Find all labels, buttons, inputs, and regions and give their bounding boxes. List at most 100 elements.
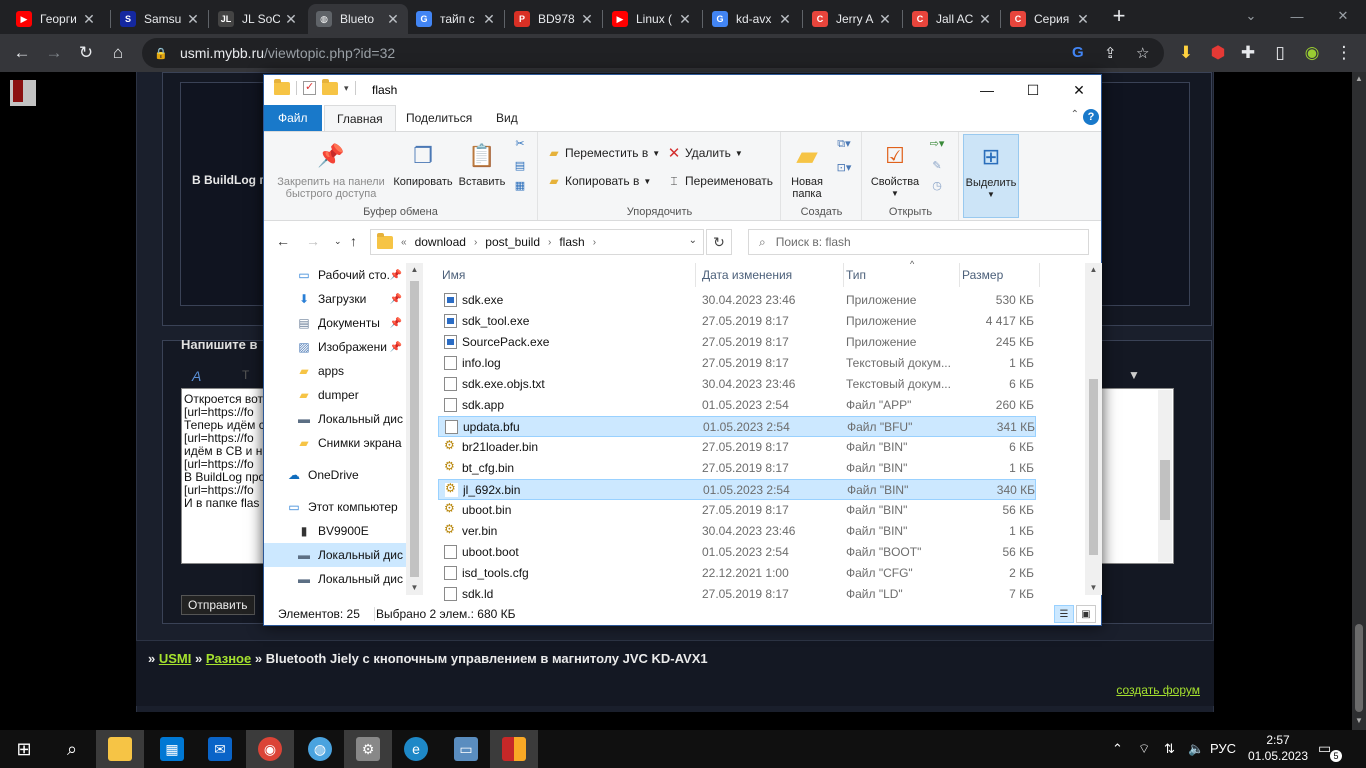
file-row[interactable]: ver.bin 30.04.2023 23:46 Файл "BIN" 1 КБ <box>438 521 1036 542</box>
file-row[interactable]: br21loader.bin 27.05.2019 8:17 Файл "BIN" 6… <box>438 437 1036 458</box>
nav-item[interactable]: ▨ Изображени 📌 <box>264 335 406 359</box>
taskbar-app-blocks[interactable] <box>490 730 538 768</box>
file-row[interactable]: bt_cfg.bin 27.05.2019 8:17 Файл "BIN" 1 КБ <box>438 458 1036 479</box>
taskbar-explorer[interactable] <box>96 730 144 768</box>
file-row[interactable]: sdk.exe.objs.txt 30.04.2023 23:46 Текстовы… <box>438 374 1036 395</box>
close-tab-icon[interactable]: ✕ <box>82 11 96 28</box>
browser-tab[interactable]: S Samsu ✕ <box>112 4 208 34</box>
browser-tab[interactable]: ◍ Blueto ✕ <box>308 4 408 34</box>
tab-file[interactable]: Файл <box>264 105 322 131</box>
file-row[interactable]: sdk_tool.exe 27.05.2019 8:17 Приложение 4 4… <box>438 311 1036 332</box>
volume-icon[interactable]: 🔈 <box>1188 741 1204 757</box>
close-window-button[interactable]: ✕ <box>1320 0 1366 32</box>
details-view-icon[interactable]: ☰ <box>1054 605 1074 623</box>
forward-button[interactable]: → <box>306 233 320 249</box>
file-row[interactable]: updata.bfu 01.05.2023 2:54 Файл "BFU" 341 К… <box>438 416 1036 437</box>
browser-tab[interactable]: C Jerry A ✕ <box>804 4 900 34</box>
close-tab-icon[interactable]: ✕ <box>186 11 200 28</box>
file-row[interactable]: sdk.app 01.05.2023 2:54 Файл "APP" 260 КБ <box>438 395 1036 416</box>
breadcrumb-section-link[interactable]: Разное <box>206 651 251 666</box>
google-icon[interactable]: G <box>1072 44 1084 61</box>
close-tab-icon[interactable]: ✕ <box>678 11 692 28</box>
extensions-puzzle-icon[interactable]: ✚ <box>1234 39 1262 67</box>
file-row[interactable]: jl_692x.bin 01.05.2023 2:54 Файл "BIN" 340 … <box>438 479 1036 500</box>
browser-tab[interactable]: JL JL SoC ✕ <box>210 4 306 34</box>
chevron-up-icon[interactable]: ⌃ <box>1112 741 1123 757</box>
nav-item[interactable]: ▬ Локальный дис <box>264 567 406 591</box>
close-tab-icon[interactable]: ✕ <box>284 11 298 28</box>
delete-button[interactable]: ✕ Удалить ▼ <box>667 145 743 162</box>
chevron-down-icon[interactable]: ⌄ <box>689 235 697 246</box>
column-header-name[interactable]: Имя <box>440 263 696 287</box>
forward-button[interactable]: → <box>40 39 68 67</box>
nav-item[interactable]: ▰ apps <box>264 359 406 383</box>
column-header-type[interactable]: Тип <box>844 263 960 287</box>
easy-access-icon[interactable]: ⊡▾ <box>834 162 854 174</box>
language-indicator[interactable]: РУС <box>1210 741 1236 756</box>
column-header-date[interactable]: Дата изменения <box>700 263 844 287</box>
file-row[interactable]: sdk.ld 27.05.2019 8:17 Файл "LD" 7 КБ <box>438 584 1036 605</box>
clock[interactable]: 2:57 01.05.2023 <box>1246 732 1310 764</box>
adblock-extension-icon[interactable]: ⬢ <box>1204 39 1232 67</box>
history-icon[interactable]: ◷ <box>925 180 949 192</box>
path-bar[interactable]: « download › post_build › flash › ⌄ <box>370 229 704 255</box>
move-to-button[interactable]: ▰ Переместить в ▼ <box>547 146 660 160</box>
new-folder-quick-icon[interactable] <box>322 78 338 95</box>
copy-path-icon[interactable]: ▤ <box>512 160 528 172</box>
browser-tab[interactable]: C Серия ✕ <box>1002 4 1098 34</box>
taskbar-app-tool[interactable]: ⚙ <box>344 730 392 768</box>
minimize-button[interactable]: — <box>1274 0 1320 32</box>
nav-item[interactable]: ▰ Снимки экрана <box>264 431 406 455</box>
nav-item[interactable]: ▤ Документы 📌 <box>264 311 406 335</box>
open-icon[interactable]: ⇨▾ <box>925 138 949 150</box>
properties-button[interactable]: ☑ Свойства ▼ <box>867 140 923 200</box>
taskbar-edge[interactable]: e <box>392 730 440 768</box>
path-segment-post-build[interactable]: post_build <box>485 235 540 249</box>
taskbar-chrome[interactable]: ◉ <box>246 730 294 768</box>
copy-to-button[interactable]: ▰ Копировать в ▼ <box>547 174 651 188</box>
search-button[interactable]: ⌕ <box>48 730 96 768</box>
chevron-right-icon[interactable]: › <box>593 237 596 248</box>
new-tab-button[interactable]: + <box>1108 5 1130 28</box>
large-icons-view-icon[interactable]: ▣ <box>1076 605 1096 623</box>
column-header-size[interactable]: Размер <box>960 263 1040 287</box>
chevron-up-icon[interactable]: ⌃ <box>1071 109 1079 120</box>
browser-tab[interactable]: ▶ Георги ✕ <box>8 4 104 34</box>
reload-button[interactable]: ↻ <box>72 39 100 67</box>
send-button[interactable]: Отправить <box>181 595 255 615</box>
textarea-scrollbar[interactable] <box>1158 390 1172 562</box>
chevron-down-icon[interactable]: ▾ <box>344 83 349 94</box>
taskbar-mail[interactable]: ✉ <box>196 730 244 768</box>
taskbar-app-window[interactable]: ▭ <box>442 730 490 768</box>
close-tab-icon[interactable]: ✕ <box>580 11 594 28</box>
copy-button[interactable]: ❐ Копировать <box>390 140 456 189</box>
rename-button[interactable]: ⌶ Переименовать <box>667 174 773 189</box>
breadcrumb-usmi-link[interactable]: USMI <box>159 651 192 666</box>
file-row[interactable]: uboot.boot 01.05.2023 2:54 Файл "BOOT" 56 К… <box>438 542 1036 563</box>
browser-tab[interactable]: Gтайп с ✕ <box>408 4 504 34</box>
share-icon[interactable]: ⇪ <box>1104 44 1117 62</box>
browser-tab[interactable]: Gkd-avx ✕ <box>704 4 800 34</box>
path-overflow[interactable]: « <box>401 237 407 248</box>
download-extension-icon[interactable]: ⬇ <box>1172 39 1200 67</box>
back-button[interactable]: ← <box>276 233 290 249</box>
pin-icon[interactable]: 📌 <box>390 270 402 281</box>
close-button[interactable]: ✕ <box>1056 75 1102 105</box>
navigation-scrollbar[interactable]: ▲ ▼ <box>406 263 423 595</box>
side-panel-icon[interactable]: ▯ <box>1266 39 1294 67</box>
create-forum-link[interactable]: создать форум <box>1116 683 1200 697</box>
menu-kebab-icon[interactable]: ⋮ <box>1330 39 1358 67</box>
nav-item[interactable]: ▰ dumper <box>264 383 406 407</box>
back-button[interactable]: ← <box>8 39 36 67</box>
home-button[interactable]: ⌂ <box>104 39 132 67</box>
recent-locations-chevron-icon[interactable]: ⌄ <box>334 236 342 247</box>
new-folder-button[interactable]: ▰ Новая папка <box>784 140 830 201</box>
select-button[interactable]: ⊞ Выделить ▼ <box>964 141 1018 201</box>
nav-item[interactable]: ▭ Этот компьютер <box>264 495 406 519</box>
file-row[interactable]: info.log 27.05.2019 8:17 Текстовый докум..… <box>438 353 1036 374</box>
profile-avatar[interactable]: ◉ <box>1298 39 1326 67</box>
browser-tab[interactable]: P BD978 ✕ <box>506 4 602 34</box>
paste-button[interactable]: 📋 Вставить <box>456 140 508 189</box>
new-item-icon[interactable]: ⧉▾ <box>834 138 854 150</box>
cut-icon[interactable]: ✂ <box>512 138 528 150</box>
